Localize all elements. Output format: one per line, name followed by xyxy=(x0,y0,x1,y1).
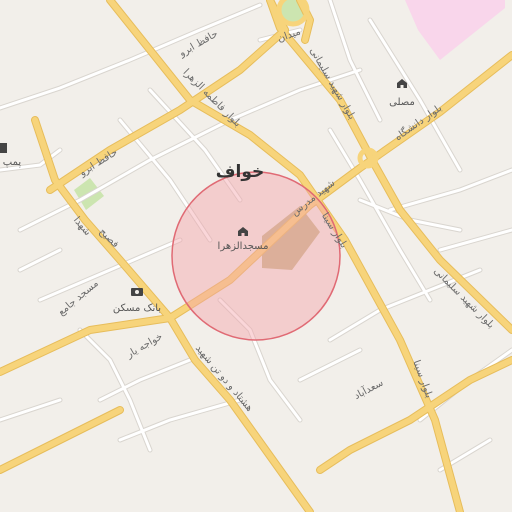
poi-pump[interactable]: پمپ xyxy=(0,143,21,168)
map-canvas: حافظ ابرو حافظ ابرو بلوار فاطمه الزهرا ب… xyxy=(0,0,512,512)
road-label-daneshgah: بلوار دانشگاه xyxy=(392,102,444,143)
poi-label: بانک مسکن xyxy=(113,303,161,314)
poi-label: مصلی xyxy=(389,97,415,108)
pink-landuse-area xyxy=(405,0,505,60)
poi-label: پمپ xyxy=(3,157,22,168)
road-label-khajeh-yar: خواجه یار xyxy=(124,331,165,361)
map-view[interactable]: حافظ ابرو حافظ ابرو بلوار فاطمه الزهرا ب… xyxy=(0,0,512,512)
fuel-icon xyxy=(0,143,7,153)
city-label: خواف xyxy=(216,162,265,182)
bank-icon xyxy=(131,288,143,296)
road-label-shohada: شهدا xyxy=(71,215,93,238)
poi-label: مسجدالزهرا xyxy=(218,241,269,252)
road-label-saadabad: سعدآباد xyxy=(351,376,385,402)
